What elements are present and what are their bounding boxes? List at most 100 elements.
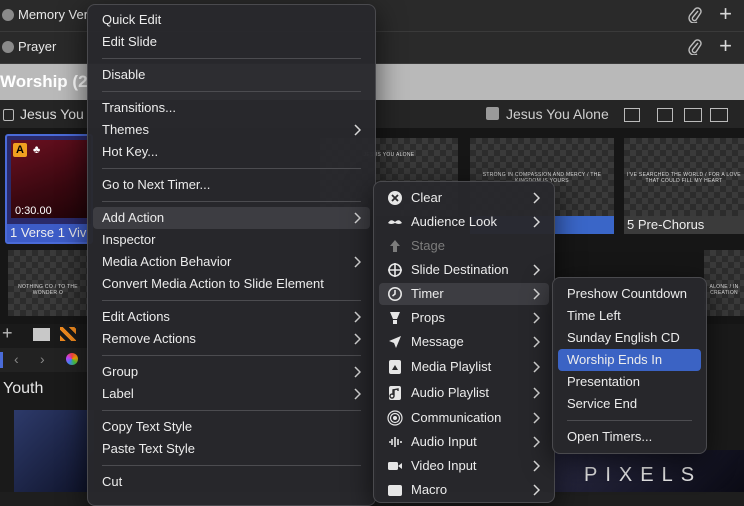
media-playlist-icon xyxy=(387,359,403,375)
chevron-right-icon xyxy=(533,412,540,424)
media-thumbnail[interactable] xyxy=(14,410,94,492)
menu-item-convert-media-action[interactable]: Convert Media Action to Slide Element xyxy=(93,273,370,295)
menu-item-quick-edit[interactable]: Quick Edit xyxy=(93,9,370,31)
menu-item-label: Edit Actions xyxy=(102,309,170,324)
chevron-right-icon xyxy=(533,387,540,399)
chevron-right-icon xyxy=(354,388,361,400)
paperclip-icon[interactable] xyxy=(688,7,702,23)
checker-icon[interactable] xyxy=(60,327,76,341)
communication-icon xyxy=(387,410,403,426)
action-item-props[interactable]: Props xyxy=(379,307,549,329)
menu-item-edit-actions[interactable]: Edit Actions xyxy=(93,306,370,328)
menu-item-go-to-next-timer[interactable]: Go to Next Timer... xyxy=(93,174,370,196)
action-item-slide-destination[interactable]: Slide Destination xyxy=(379,259,549,281)
action-item-audience-look[interactable]: Audience Look xyxy=(379,211,549,233)
menu-item-hot-key[interactable]: Hot Key... xyxy=(93,141,370,163)
chevron-right-icon xyxy=(533,288,540,300)
slide-label: 1 Verse 1 Viv xyxy=(7,224,91,242)
action-item-audio-playlist[interactable]: Audio Playlist xyxy=(379,382,549,404)
action-item-label: Audience Look xyxy=(411,214,498,229)
timer-item-presentation[interactable]: Presentation xyxy=(558,371,701,393)
menu-item-label: Copy Text Style xyxy=(102,419,193,434)
menu-item-label: Label xyxy=(102,386,134,401)
media-thumbnail[interactable]: PIXELS xyxy=(554,450,744,492)
menu-item-label: Themes xyxy=(102,122,149,137)
timer-item-preshow-countdown[interactable]: Preshow Countdown xyxy=(558,283,701,305)
menu-item-disable[interactable]: Disable xyxy=(93,64,370,86)
menu-item-copy-text-style[interactable]: Copy Text Style xyxy=(93,416,370,438)
nav-bar: ‹ › xyxy=(0,348,88,372)
menu-item-label-submenu[interactable]: Label xyxy=(93,383,370,405)
paperclip-icon[interactable] xyxy=(688,39,702,55)
menu-item-label: Edit Slide xyxy=(102,34,157,49)
layout-icon[interactable] xyxy=(684,108,702,122)
action-item-macro[interactable]: Macro xyxy=(379,479,549,501)
playlist-title: Worship (2 xyxy=(0,72,88,91)
chevron-right-icon xyxy=(533,336,540,348)
document-icon xyxy=(3,109,14,121)
action-item-label: Clear xyxy=(411,190,443,205)
chevron-right-icon xyxy=(533,460,540,472)
timer-item-service-end[interactable]: Service End xyxy=(558,393,701,415)
mustache-icon xyxy=(387,214,403,230)
add-icon[interactable]: + xyxy=(719,3,732,25)
action-item-audio-input[interactable]: Audio Input xyxy=(379,431,549,453)
slide-view-icon[interactable] xyxy=(624,108,640,122)
action-item-label: Macro xyxy=(411,482,448,497)
grid-view-icon[interactable] xyxy=(33,328,50,341)
menu-item-transitions[interactable]: Transitions... xyxy=(93,97,370,119)
action-item-label: Audio Input xyxy=(411,434,477,449)
slide-thumbnail-4[interactable]: I'VE SEARCHED THE WORLD / FOR A LOVE THA… xyxy=(624,138,744,234)
action-item-media-playlist[interactable]: Media Playlist xyxy=(379,356,549,378)
timer-item-worship-ends-in[interactable]: Worship Ends In xyxy=(558,349,701,371)
presentation-icon xyxy=(486,107,499,120)
props-icon xyxy=(387,310,403,326)
menu-item-add-action[interactable]: Add Action xyxy=(93,207,370,229)
action-item-video-input[interactable]: Video Input xyxy=(379,455,549,477)
menu-item-themes[interactable]: Themes xyxy=(93,119,370,141)
forward-icon[interactable]: › xyxy=(40,351,45,367)
action-item-label: Slide Destination xyxy=(411,262,509,277)
notes-icon[interactable] xyxy=(657,108,673,122)
timer-item-sunday-english-cd[interactable]: Sunday English CD xyxy=(558,327,701,349)
add-icon[interactable]: + xyxy=(2,323,13,344)
action-item-label: Media Playlist xyxy=(411,359,492,374)
menu-item-label: Inspector xyxy=(102,232,156,247)
action-item-message[interactable]: Message xyxy=(379,331,549,353)
chevron-right-icon xyxy=(533,484,540,496)
timer-item-open-timers[interactable]: Open Timers... xyxy=(558,426,701,448)
menu-item-label: Go to Next Timer... xyxy=(102,177,211,192)
menu-item-label: Add Action xyxy=(102,210,165,225)
playlist-icon xyxy=(2,9,14,21)
chevron-right-icon xyxy=(354,124,361,136)
menu-item-remove-actions[interactable]: Remove Actions xyxy=(93,328,370,350)
menu-item-inspector[interactable]: Inspector xyxy=(93,229,370,251)
menu-item-edit-slide[interactable]: Edit Slide xyxy=(93,31,370,53)
action-item-label: Video Input xyxy=(411,458,477,473)
action-item-clear[interactable]: Clear xyxy=(379,187,549,209)
slide-time: 0:30.00 xyxy=(15,205,52,217)
color-wheel-icon[interactable] xyxy=(66,353,78,365)
menu-item-label: Disable xyxy=(102,67,146,82)
menu-item-media-action-behavior[interactable]: Media Action Behavior xyxy=(93,251,370,273)
action-item-timer[interactable]: Timer xyxy=(379,283,549,305)
action-item-label: Message xyxy=(411,334,464,349)
slide-thumbnail-1[interactable]: A ♣ 0:30.00 1 Verse 1 Viv xyxy=(5,134,93,244)
slide-thumbnail-6[interactable]: ALONE / IN CREATION xyxy=(704,250,744,316)
menu-separator xyxy=(102,410,361,411)
playlist-icon xyxy=(2,41,14,53)
add-icon[interactable]: + xyxy=(719,35,732,57)
action-item-label: Timer xyxy=(411,286,444,301)
timer-item-label: Presentation xyxy=(567,374,640,389)
back-icon[interactable]: ‹ xyxy=(14,351,19,367)
menu-item-paste-text-style[interactable]: Paste Text Style xyxy=(93,438,370,460)
menu-item-group[interactable]: Group xyxy=(93,361,370,383)
menu-separator xyxy=(102,201,361,202)
menu-item-label: Cut xyxy=(102,474,123,489)
action-item-communication[interactable]: Communication xyxy=(379,407,549,429)
timer-item-time-left[interactable]: Time Left xyxy=(558,305,701,327)
menu-item-cut[interactable]: Cut xyxy=(93,471,370,493)
split-icon[interactable] xyxy=(710,108,728,122)
slide-thumbnail-5[interactable]: NOTHING CO / TO THE WONDER O xyxy=(8,250,88,316)
menu-item-label: Transitions... xyxy=(102,100,176,115)
